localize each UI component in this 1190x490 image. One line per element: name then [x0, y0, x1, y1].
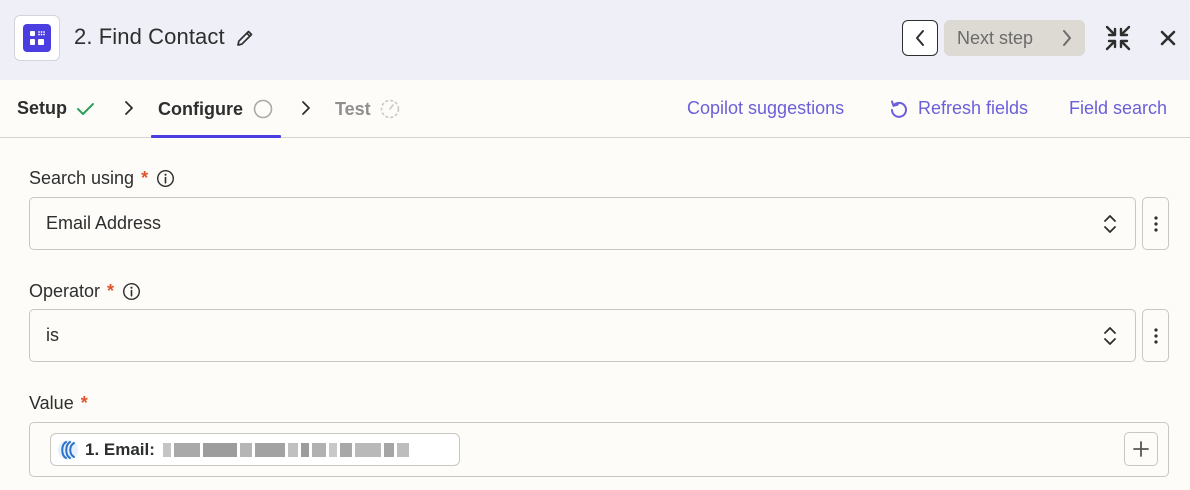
tab-configure-label: Configure [158, 98, 243, 119]
field-search-link[interactable]: Field search [1069, 98, 1167, 119]
next-step-button[interactable]: Next step [944, 20, 1085, 56]
value-label: Value * [29, 393, 88, 414]
mapped-field-label: 1. Email: [85, 439, 155, 459]
circle-status-icon [253, 99, 273, 119]
search-using-label: Search using * [29, 168, 175, 189]
timer-icon [380, 99, 399, 119]
required-marker: * [80, 393, 88, 413]
operator-label: Operator * [29, 281, 141, 302]
close-icon[interactable] [1158, 28, 1178, 48]
info-icon[interactable] [122, 282, 141, 301]
operator-select[interactable]: is [29, 309, 1136, 362]
checkmark-icon [77, 102, 95, 115]
active-tab-indicator [151, 135, 281, 138]
refresh-icon [891, 100, 907, 118]
tab-test-label: Test [335, 98, 371, 119]
operator-label-text: Operator [29, 281, 101, 301]
tab-setup[interactable]: Setup [17, 98, 97, 119]
tab-configure[interactable]: Configure [158, 98, 274, 120]
select-arrows-icon [1104, 215, 1116, 233]
edit-pencil-icon[interactable] [234, 27, 256, 49]
chevron-right-icon [125, 101, 133, 115]
chevron-right-icon [302, 101, 310, 115]
next-step-label: Next step [957, 27, 1034, 48]
mapped-field-pill[interactable]: 1. Email: [50, 433, 460, 466]
value-input[interactable]: 1. Email: [29, 422, 1169, 477]
select-arrows-icon [1104, 327, 1116, 345]
plus-icon [1133, 441, 1149, 457]
refresh-fields-button[interactable]: Refresh fields [889, 98, 1028, 119]
search-using-select[interactable]: Email Address [29, 197, 1136, 250]
insert-data-button[interactable] [1124, 432, 1158, 466]
step-title: 2. Find Contact [74, 24, 225, 49]
operator-value: is [46, 325, 59, 345]
copilot-suggestions-link[interactable]: Copilot suggestions [687, 98, 844, 119]
required-marker: * [107, 281, 115, 301]
search-using-value: Email Address [46, 213, 162, 233]
tab-setup-label: Setup [17, 98, 68, 118]
search-using-label-text: Search using [29, 168, 135, 188]
step-header: 2. Find Contact Next step [0, 0, 1190, 80]
value-label-text: Value [29, 393, 74, 413]
collapse-icon[interactable] [1105, 25, 1131, 51]
operator-more-button[interactable] [1142, 309, 1169, 362]
chevron-left-icon [916, 30, 924, 46]
info-icon[interactable] [156, 169, 175, 188]
redacted-email-value [162, 442, 409, 457]
previous-step-button[interactable] [902, 20, 938, 56]
tab-test[interactable]: Test [335, 98, 401, 120]
required-marker: * [141, 168, 149, 188]
more-vertical-icon [1153, 327, 1158, 344]
refresh-fields-label: Refresh fields [918, 98, 1029, 118]
search-using-more-button[interactable] [1142, 197, 1169, 250]
step-tabs: Setup Configure Test Copilot suggestions… [0, 80, 1190, 138]
more-vertical-icon [1153, 215, 1158, 232]
chevron-right-icon [1063, 30, 1071, 46]
app-icon [14, 15, 60, 61]
source-app-icon [58, 439, 78, 460]
